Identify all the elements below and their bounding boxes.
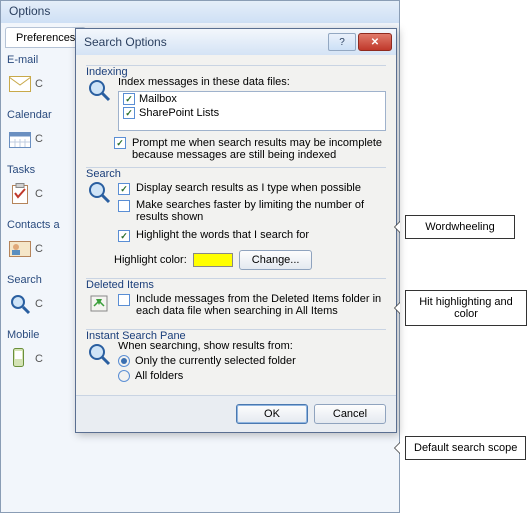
dialog-footer: OK Cancel xyxy=(76,395,396,432)
close-button[interactable]: ✕ xyxy=(358,33,392,51)
radio-label: Only the currently selected folder xyxy=(135,355,296,367)
wordwheel-label: Display search results as I type when po… xyxy=(136,182,386,194)
mail-icon xyxy=(7,71,33,97)
deleted-checkbox[interactable] xyxy=(118,294,130,306)
options-sidebar: E-mail C Calendar C Tasks xyxy=(5,48,73,390)
list-item-label: SharePoint Lists xyxy=(139,107,219,119)
sidebar-c: C xyxy=(35,188,43,200)
prompt-checkbox[interactable] xyxy=(114,137,126,149)
sidebar-c: C xyxy=(35,133,43,145)
help-button[interactable]: ? xyxy=(328,33,356,51)
indexing-caption: Index messages in these data files: xyxy=(118,76,386,88)
sidebar-label-mobile: Mobile xyxy=(7,329,71,343)
dialog-title: Search Options xyxy=(84,35,326,49)
ok-button[interactable]: OK xyxy=(236,404,308,424)
highlight-checkbox[interactable] xyxy=(118,230,130,242)
faster-checkbox[interactable] xyxy=(118,200,130,212)
checkbox-icon[interactable] xyxy=(123,107,135,119)
calendar-icon xyxy=(7,126,33,152)
deleted-label: Include messages from the Deleted Items … xyxy=(136,293,386,317)
search-icon xyxy=(7,291,33,317)
callout-highlight: Hit highlighting and color xyxy=(405,290,527,326)
radio-current-folder[interactable] xyxy=(118,355,130,367)
group-deleted: Deleted Items xyxy=(86,279,158,291)
faster-label: Make searches faster by limiting the num… xyxy=(136,199,386,223)
callout-scope: Default search scope xyxy=(405,436,526,460)
radio-label: All folders xyxy=(135,370,183,382)
prompt-label: Prompt me when search results may be inc… xyxy=(132,137,386,161)
sidebar-label-contacts: Contacts a xyxy=(7,219,71,233)
recycle-icon xyxy=(86,289,112,315)
list-item[interactable]: SharePoint Lists xyxy=(119,106,385,120)
highlight-label: Highlight the words that I search for xyxy=(136,229,386,241)
callout-wordwheeling: Wordwheeling xyxy=(405,215,515,239)
search-icon xyxy=(86,178,112,204)
group-indexing: Indexing xyxy=(86,66,132,78)
radio-all-folders[interactable] xyxy=(118,370,130,382)
group-pane: Instant Search Pane xyxy=(86,330,190,342)
options-titlebar: Options xyxy=(1,1,399,23)
color-label: Highlight color: xyxy=(114,254,187,266)
change-button[interactable]: Change... xyxy=(239,250,313,270)
dialog-titlebar: Search Options ? ✕ xyxy=(76,29,396,55)
search-icon xyxy=(86,340,112,366)
list-item-label: Mailbox xyxy=(139,93,177,105)
tasks-icon xyxy=(7,181,33,207)
wordwheel-checkbox[interactable] xyxy=(118,183,130,195)
search-icon xyxy=(86,76,112,102)
sidebar-c: C xyxy=(35,298,43,310)
sidebar-c: C xyxy=(35,353,43,365)
cancel-button[interactable]: Cancel xyxy=(314,404,386,424)
contacts-icon xyxy=(7,236,33,262)
sidebar-label-email: E-mail xyxy=(7,54,71,68)
list-item[interactable]: Mailbox xyxy=(119,92,385,106)
color-swatch xyxy=(193,253,233,267)
sidebar-c: C xyxy=(35,243,43,255)
checkbox-icon[interactable] xyxy=(123,93,135,105)
sidebar-label-search: Search xyxy=(7,274,71,288)
search-options-dialog: Search Options ? ✕ Indexing Index messag… xyxy=(75,28,397,433)
sidebar-label-calendar: Calendar xyxy=(7,109,71,123)
sidebar-c: C xyxy=(35,78,43,90)
group-search: Search xyxy=(86,168,125,180)
sidebar-label-tasks: Tasks xyxy=(7,164,71,178)
mobile-icon xyxy=(7,346,33,372)
data-files-list[interactable]: Mailbox SharePoint Lists xyxy=(118,91,386,131)
